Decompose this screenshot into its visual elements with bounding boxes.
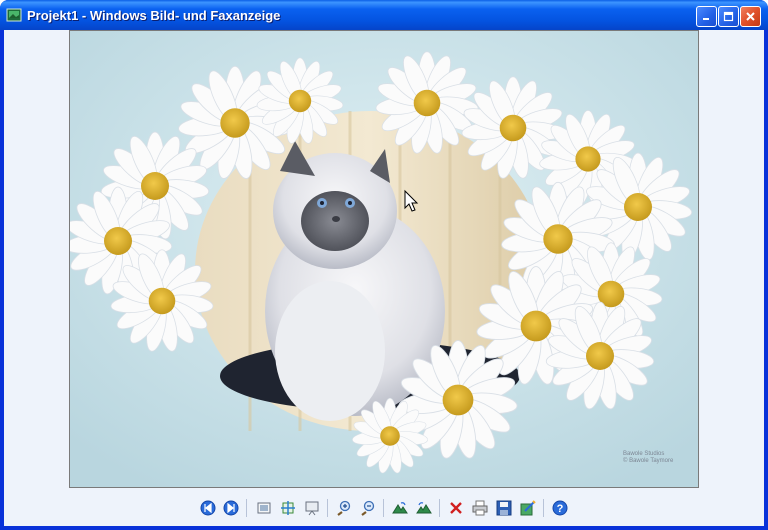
watermark-line-1: Bawole Studios xyxy=(623,451,664,457)
edit-button[interactable] xyxy=(518,498,538,518)
help-button[interactable]: ? xyxy=(550,498,570,518)
previous-icon xyxy=(200,500,216,516)
window-border-bottom xyxy=(0,526,768,530)
actual-size-button[interactable] xyxy=(278,498,298,518)
window-title: Projekt1 - Windows Bild- und Faxanzeige xyxy=(27,8,281,23)
minimize-icon xyxy=(703,18,709,20)
app-icon xyxy=(6,8,22,22)
maximize-button[interactable] xyxy=(718,6,739,27)
previous-image-button[interactable] xyxy=(198,498,218,518)
rotate-clockwise-button[interactable] xyxy=(390,498,410,518)
print-icon xyxy=(472,500,488,516)
bottom-toolbar: ? xyxy=(196,496,576,520)
next-image-button[interactable] xyxy=(221,498,241,518)
rotate-ccw-icon xyxy=(416,502,432,514)
title-bar[interactable]: Projekt1 - Windows Bild- und Faxanzeige xyxy=(0,0,768,30)
close-icon xyxy=(746,12,755,21)
kitten-with-daisies-photo: Bawole Studios © Bawole Taymore xyxy=(70,31,698,487)
toolbar-separator xyxy=(327,499,328,517)
best-fit-icon xyxy=(257,502,271,514)
print-button[interactable] xyxy=(470,498,490,518)
toolbar-separator xyxy=(543,499,544,517)
save-button[interactable] xyxy=(494,498,514,518)
zoom-in-button[interactable] xyxy=(334,498,354,518)
edit-icon xyxy=(520,500,536,516)
displayed-image[interactable]: Bawole Studios © Bawole Taymore xyxy=(69,30,699,488)
toolbar-separator xyxy=(246,499,247,517)
zoom-out-icon xyxy=(361,500,375,516)
delete-icon xyxy=(450,502,462,514)
help-icon: ? xyxy=(552,500,568,516)
zoom-in-icon xyxy=(337,500,351,516)
toolbar-separator xyxy=(439,499,440,517)
slideshow-icon xyxy=(305,501,319,516)
close-button[interactable] xyxy=(740,6,761,27)
best-fit-button[interactable] xyxy=(254,498,274,518)
next-icon xyxy=(223,500,239,516)
maximize-icon xyxy=(723,11,734,22)
toolbar-separator xyxy=(383,499,384,517)
slideshow-button[interactable] xyxy=(302,498,322,518)
watermark-line-2: © Bawole Taymore xyxy=(623,457,674,464)
actual-size-icon xyxy=(281,501,295,515)
svg-text:?: ? xyxy=(557,503,564,515)
rotate-cw-icon xyxy=(392,502,408,514)
delete-button[interactable] xyxy=(446,498,466,518)
zoom-out-button[interactable] xyxy=(358,498,378,518)
minimize-button[interactable] xyxy=(696,6,717,27)
app-window: Projekt1 - Windows Bild- und Faxanzeige xyxy=(0,0,768,530)
save-icon xyxy=(496,500,512,516)
rotate-counterclockwise-button[interactable] xyxy=(414,498,434,518)
